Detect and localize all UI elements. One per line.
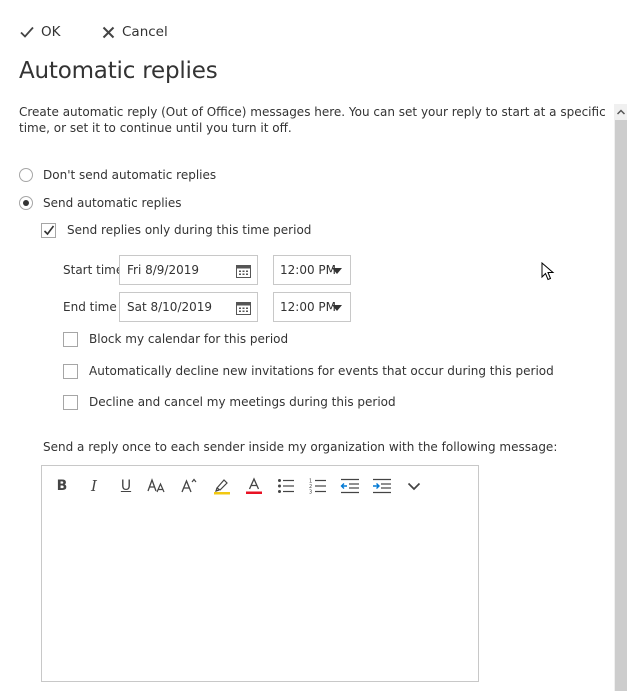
decline-invitations-label: Automatically decline new invitations fo… — [89, 364, 554, 378]
send-radio[interactable] — [19, 196, 33, 210]
font-color-icon[interactable] — [242, 475, 266, 497]
ok-label: OK — [41, 24, 61, 40]
page-title: Automatic replies — [19, 58, 218, 84]
calendar-icon[interactable] — [236, 301, 251, 315]
decline-cancel-label: Decline and cancel my meetings during th… — [89, 395, 396, 409]
increase-indent-icon[interactable] — [370, 475, 394, 497]
close-icon — [102, 26, 115, 38]
start-time-dropdown[interactable]: 12:00 PM — [273, 255, 351, 285]
dont-send-radio[interactable] — [19, 168, 33, 182]
time-period-label: Send replies only during this time perio… — [67, 223, 312, 237]
start-time-label: Start time — [63, 263, 124, 277]
block-calendar-option[interactable]: Block my calendar for this period — [63, 330, 288, 348]
start-time-value: 12:00 PM — [280, 263, 336, 277]
block-calendar-checkbox[interactable] — [63, 331, 78, 347]
highlight-icon[interactable] — [210, 475, 234, 497]
decline-cancel-option[interactable]: Decline and cancel my meetings during th… — [63, 393, 396, 411]
message-body[interactable] — [54, 516, 466, 671]
font-size-icon[interactable] — [145, 475, 169, 497]
page-description: Create automatic reply (Out of Office) m… — [19, 105, 606, 135]
numbering-icon[interactable]: 123 — [306, 475, 330, 497]
end-date-field[interactable]: Sat 8/10/2019 — [119, 292, 258, 322]
decline-invitations-option[interactable]: Automatically decline new invitations fo… — [63, 362, 554, 380]
end-date-value: Sat 8/10/2019 — [127, 300, 213, 314]
cancel-button[interactable]: Cancel — [102, 22, 168, 42]
time-period-checkbox[interactable] — [41, 222, 56, 238]
chevron-up-icon — [616, 109, 625, 115]
decline-cancel-checkbox[interactable] — [63, 394, 78, 410]
block-calendar-label: Block my calendar for this period — [89, 332, 289, 346]
message-editor[interactable] — [41, 465, 479, 682]
calendar-icon[interactable] — [236, 264, 251, 278]
end-time-dropdown[interactable]: 12:00 PM — [273, 292, 351, 322]
underline-icon[interactable]: U — [114, 475, 138, 497]
message-label: Send a reply once to each sender inside … — [43, 440, 558, 454]
cancel-label: Cancel — [122, 24, 168, 40]
checkmark-icon — [43, 225, 55, 235]
send-label: Send automatic replies — [43, 196, 182, 210]
caret-down-icon — [332, 268, 342, 274]
start-date-field[interactable]: Fri 8/9/2019 — [119, 255, 258, 285]
dont-send-option[interactable]: Don't send automatic replies — [19, 166, 216, 184]
mouse-cursor-icon — [541, 262, 555, 281]
time-period-option[interactable]: Send replies only during this time perio… — [41, 221, 311, 239]
send-option[interactable]: Send automatic replies — [19, 194, 182, 212]
grow-font-icon[interactable] — [177, 475, 201, 497]
svg-text:3: 3 — [309, 490, 312, 495]
dont-send-label: Don't send automatic replies — [43, 168, 217, 182]
scroll-up-button[interactable] — [614, 104, 627, 120]
checkmark-icon — [20, 26, 34, 38]
bullets-icon[interactable] — [274, 475, 298, 497]
bold-icon[interactable]: B — [50, 475, 74, 497]
ok-button[interactable]: OK — [20, 22, 60, 42]
end-time-value: 12:00 PM — [280, 300, 336, 314]
scrollbar-thumb[interactable] — [615, 120, 627, 691]
caret-down-icon — [332, 305, 342, 311]
start-date-value: Fri 8/9/2019 — [127, 263, 200, 277]
more-options-icon[interactable] — [402, 475, 426, 497]
italic-icon[interactable]: I — [82, 475, 106, 497]
decline-invitations-checkbox[interactable] — [63, 363, 78, 379]
decrease-indent-icon[interactable] — [338, 475, 362, 497]
end-time-label: End time — [63, 300, 117, 314]
